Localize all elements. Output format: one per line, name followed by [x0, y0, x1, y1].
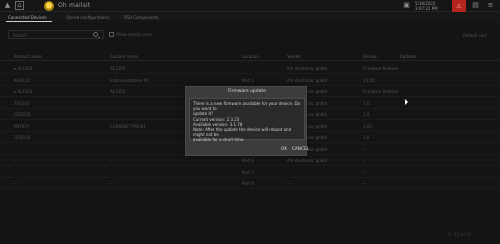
dialog-body: There is a new firmware available for yo… [189, 98, 305, 143]
mouse-cursor [405, 99, 408, 105]
tab-stored-configurations[interactable]: Stored configurations [66, 15, 109, 20]
warning-icon[interactable]: ▲ [3, 1, 12, 10]
ok-button[interactable]: OK [281, 146, 287, 151]
time-text: 3:07:22 PM [415, 6, 438, 11]
home-icon[interactable]: ⌂ [15, 1, 24, 10]
dialog-text-line: There is a new firmware available for yo… [193, 101, 301, 112]
help-icon[interactable]: ▤ [471, 1, 480, 10]
alert-icon[interactable]: ⚠ [452, 0, 466, 12]
dialog-title: Firmware update [228, 89, 266, 94]
datetime: 5/16/2022 3:07:22 PM [415, 1, 438, 11]
top-bar: ▲ ⌂ Oh mailsit ▣ 5/16/2022 3:07:22 PM ⚠ … [0, 0, 500, 12]
tab-bar: Connected Devices Stored configurations … [0, 12, 500, 22]
cancel-button[interactable]: CANCEL [292, 146, 309, 151]
dialog-note-line: Note: After the update the device will r… [193, 127, 292, 138]
dialog-note-line: available for a short time. [193, 137, 245, 143]
tab-connected-devices[interactable]: Connected Devices [8, 15, 47, 20]
settings-icon[interactable]: ▣ [402, 1, 411, 10]
app-logo [44, 1, 54, 11]
firmware-update-dialog: Firmware update There is a new firmware … [185, 86, 309, 156]
app-title: Oh mailsit [58, 2, 91, 9]
tab-psd-components[interactable]: PSD Components [124, 15, 159, 20]
menu-icon[interactable]: ≡ [486, 1, 495, 10]
